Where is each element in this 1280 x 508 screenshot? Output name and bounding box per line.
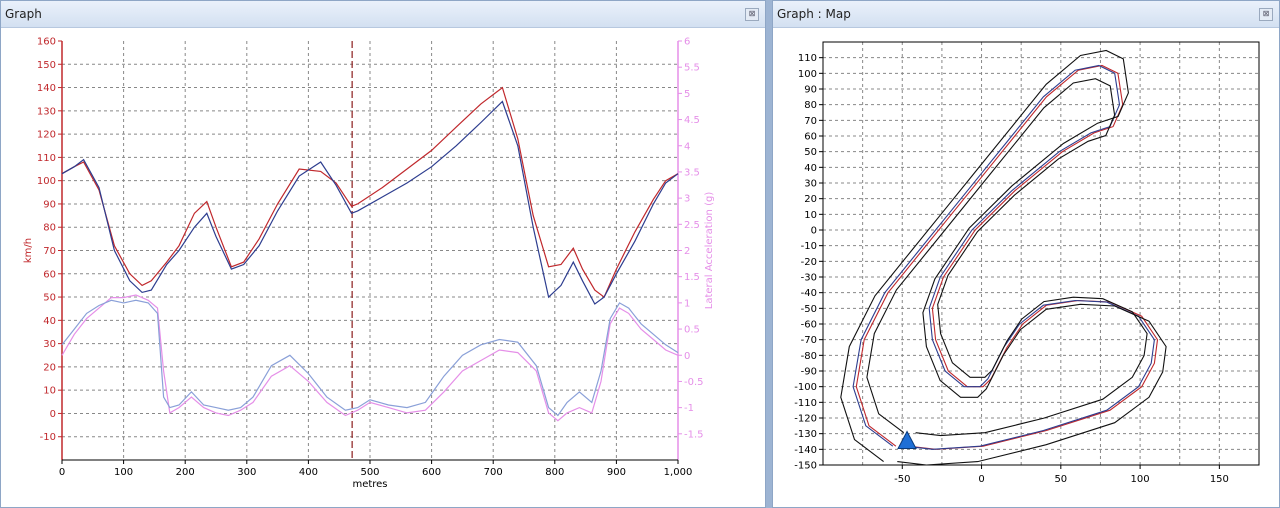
- map-y-tick-label: -60: [801, 320, 817, 331]
- graph-window-title: Graph: [5, 7, 42, 21]
- x-tick-label: 900: [607, 467, 626, 478]
- map-y-tick-label: 20: [804, 194, 817, 205]
- y-tick-label: 110: [37, 153, 56, 164]
- map-y-tick-label: -10: [801, 241, 817, 252]
- y2-tick-label: 6: [684, 37, 690, 48]
- map-y-tick-label: -90: [801, 367, 817, 378]
- y2-tick-label: 3: [684, 194, 690, 205]
- y-tick-label: 70: [43, 246, 56, 257]
- y-tick-label: 130: [37, 106, 56, 117]
- map-y-tick-label: 30: [804, 179, 817, 190]
- y-tick-label: 80: [43, 223, 56, 234]
- map-y-tick-label: -130: [794, 429, 817, 440]
- map-y-tick-label: 60: [804, 132, 817, 143]
- map-y-tick-label: -100: [794, 382, 817, 393]
- y-tick-label: 50: [43, 293, 56, 304]
- y-axis-title: km/h: [23, 238, 34, 263]
- x-tick-label: 0: [59, 467, 65, 478]
- x-tick-label: 800: [545, 467, 564, 478]
- x-tick-label: 300: [237, 467, 256, 478]
- y-tick-label: 150: [37, 60, 56, 71]
- x-tick-label: 700: [484, 467, 503, 478]
- y-tick-label: 40: [43, 316, 56, 327]
- y2-tick-label: 4: [684, 141, 690, 152]
- y-tick-label: 100: [37, 176, 56, 187]
- graph-window: Graph ⊠ 0 100 200 300 400 500 600 700 800 900 1,00…: [0, 0, 766, 508]
- x-tick-label: 600: [422, 467, 441, 478]
- y2-tick-label: 2.5: [684, 220, 700, 231]
- map-y-tick-label: -20: [801, 257, 817, 268]
- map-y-tick-label: -120: [794, 414, 817, 425]
- graph-titlebar[interactable]: Graph ⊠: [1, 1, 765, 28]
- speed-lateral-chart[interactable]: 0 100 200 300 400 500 600 700 800 900 1,000-100102…: [1, 28, 765, 507]
- y-tick-label: 160: [37, 37, 56, 48]
- y-tick-label: 140: [37, 83, 56, 94]
- map-y-tick-label: -50: [801, 304, 817, 315]
- y-tick-label: 60: [43, 269, 56, 280]
- graph-close-button[interactable]: ⊠: [745, 8, 759, 21]
- map-y-tick-label: 40: [804, 163, 817, 174]
- y-tick-label: 90: [43, 199, 56, 210]
- map-x-tick-label: 0: [978, 474, 984, 485]
- map-y-tick-label: -110: [794, 398, 817, 409]
- y-tick-label: 120: [37, 130, 56, 141]
- x-axis-title: metres: [352, 479, 387, 490]
- map-y-tick-label: -30: [801, 273, 817, 284]
- x-tick-label: 100: [114, 467, 133, 478]
- map-x-tick-label: -50: [894, 474, 910, 485]
- map-y-tick-label: -40: [801, 288, 817, 299]
- map-y-tick-label: -70: [801, 335, 817, 346]
- map-y-tick-label: 80: [804, 100, 817, 111]
- map-close-button[interactable]: ⊠: [1259, 8, 1273, 21]
- map-y-tick-label: 0: [811, 226, 817, 237]
- x-tick-label: 500: [360, 467, 379, 478]
- y2-tick-label: 0: [684, 351, 690, 362]
- track-line-blue: [852, 64, 1155, 450]
- y2-tick-label: 1.5: [684, 272, 700, 283]
- map-window: Graph : Map ⊠ -50 0 50 100 150 110 100 90 80 70 60…: [772, 0, 1280, 508]
- map-plot-frame: [822, 41, 1260, 466]
- map-y-tick-label: 90: [804, 85, 817, 96]
- x-tick-label: 1,000: [664, 467, 693, 478]
- map-y-tick-label: 50: [804, 147, 817, 158]
- x-tick-label: 200: [176, 467, 195, 478]
- map-y-tick-label: 10: [804, 210, 817, 221]
- y2-tick-label: 5: [684, 89, 690, 100]
- y2-tick-label: -1: [684, 403, 694, 414]
- track-map-chart[interactable]: -50 0 50 100 1501101009080706050403020100-10…: [773, 28, 1279, 507]
- map-x-tick-label: 150: [1210, 474, 1229, 485]
- y2-tick-label: 1: [684, 298, 690, 309]
- y-tick-label: 30: [43, 339, 56, 350]
- y2-tick-label: -0.5: [684, 377, 704, 388]
- map-y-tick-label: -140: [794, 445, 817, 456]
- y2-tick-label: 5.5: [684, 63, 700, 74]
- map-x-tick-label: 50: [1054, 474, 1067, 485]
- map-titlebar[interactable]: Graph : Map ⊠: [773, 1, 1279, 28]
- x-tick-label: 400: [299, 467, 318, 478]
- y-tick-label: -10: [40, 432, 56, 443]
- map-y-tick-label: 70: [804, 116, 817, 127]
- map-y-tick-label: -80: [801, 351, 817, 362]
- map-x-tick-label: 100: [1131, 474, 1150, 485]
- map-y-tick-label: 100: [798, 69, 817, 80]
- y-tick-label: 0: [50, 409, 56, 420]
- y2-tick-label: 3.5: [684, 167, 700, 178]
- y2-tick-label: 4.5: [684, 115, 700, 126]
- map-y-tick-label: -150: [794, 461, 817, 472]
- y2-tick-label: -1.5: [684, 429, 704, 440]
- y2-tick-label: 0.5: [684, 325, 700, 336]
- map-window-title: Graph : Map: [777, 7, 851, 21]
- y2-tick-label: 2: [684, 246, 690, 257]
- y2-axis-title: Lateral Acceleration (g): [704, 192, 715, 310]
- y-tick-label: 20: [43, 362, 56, 373]
- map-y-tick-label: 110: [798, 53, 817, 64]
- y-tick-label: 10: [43, 386, 56, 397]
